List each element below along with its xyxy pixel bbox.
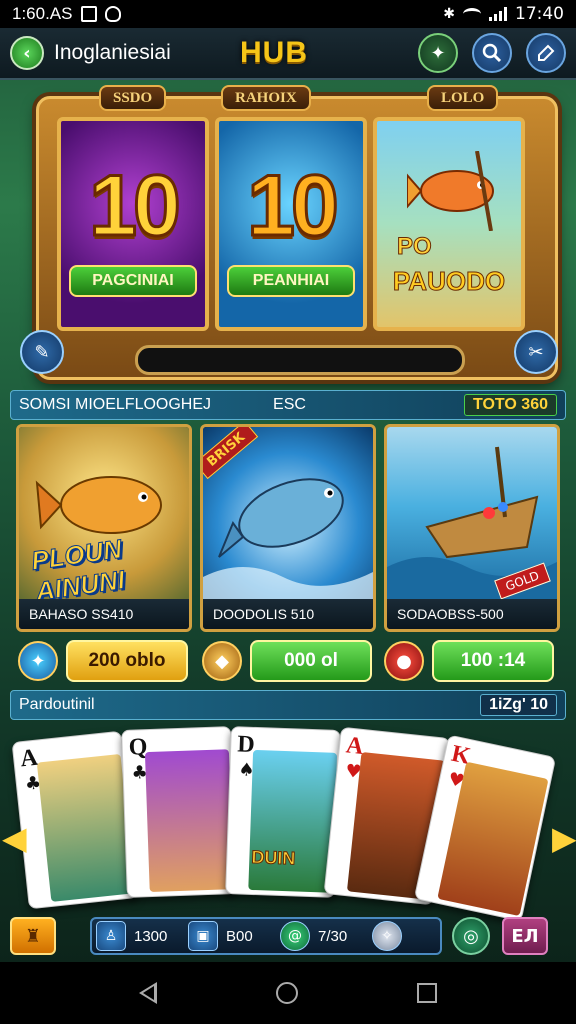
gem-icon[interactable]: ✦ bbox=[18, 641, 58, 681]
stat-value-3: 7/30 bbox=[318, 927, 348, 945]
card-hand: A ♣ Q ♣ D ♠ DUIN A ♥ K ♥ bbox=[0, 722, 576, 922]
scroll-right-arrow-icon[interactable]: ▶ bbox=[552, 820, 576, 856]
game-card-3[interactable]: GOLD SODAOBSS-500 bbox=[384, 424, 560, 632]
game-caption: DOODOLIS 510 bbox=[203, 599, 373, 629]
playing-card-2[interactable]: Q ♣ bbox=[121, 726, 237, 898]
game-art: GOLD bbox=[387, 427, 557, 603]
settings-swirl-icon[interactable]: ◎ bbox=[452, 917, 490, 955]
bottom-bar: ♜ ♙ 1300 ▣ B00 @ 7/30 ✧ ◎ ЕЛ bbox=[10, 914, 566, 958]
signal-icon bbox=[489, 7, 507, 21]
section-tag: TOTO 360 bbox=[464, 394, 557, 416]
reel-number: 10 bbox=[88, 157, 183, 256]
section-middle-label: ESC bbox=[273, 396, 306, 413]
wifi-icon bbox=[463, 8, 481, 20]
game-caption: BAHASO SS410 bbox=[19, 599, 189, 629]
gift-icon[interactable]: ✦ bbox=[418, 33, 458, 73]
game-art: PLOUN AINUNI bbox=[19, 427, 189, 607]
reel-banner: PAUODO bbox=[392, 266, 506, 296]
buy-option-2: ◆ 000 ol bbox=[202, 638, 372, 684]
playing-card-1[interactable]: A ♣ bbox=[11, 730, 139, 910]
spiral-icon: @ bbox=[280, 921, 310, 951]
edit-icon[interactable] bbox=[526, 33, 566, 73]
bank-icon: ♙ bbox=[96, 921, 126, 951]
slot-label-right: LOLO bbox=[427, 85, 499, 111]
status-time-left: 1:60.AS bbox=[12, 4, 73, 23]
coin-icon[interactable]: ◆ bbox=[202, 641, 242, 681]
section-header-cards: Pardoutinil 1iZg' 10 bbox=[10, 690, 566, 720]
section-tag: 1iZg' 10 bbox=[480, 694, 557, 716]
section-header-games: SOMSI MIOELFLOOGHEJ ESC TOTO 360 bbox=[10, 390, 566, 420]
spin-bar[interactable] bbox=[135, 345, 465, 375]
buy-button-3[interactable]: 100 :14 bbox=[432, 640, 554, 682]
buy-button-1[interactable]: 200 oblo bbox=[66, 640, 188, 682]
shield-icon bbox=[104, 6, 121, 22]
slot-label-left: SSDO bbox=[99, 85, 167, 111]
slot-reel-3: PO PAUODO bbox=[373, 117, 525, 331]
section-title: Pardoutinil bbox=[19, 696, 95, 713]
search-icon[interactable] bbox=[472, 33, 512, 73]
slot-label-center: RAHOIX bbox=[221, 85, 311, 111]
game-caption: SODAOBSS-500 bbox=[387, 599, 557, 629]
playing-card-3[interactable]: D ♠ DUIN bbox=[225, 726, 341, 898]
slot-reel-1: 10 PAGCINIAI bbox=[57, 117, 209, 331]
reel-banner: PEANHIAI bbox=[227, 265, 355, 297]
fish-icon bbox=[407, 151, 494, 231]
nav-home-icon[interactable] bbox=[275, 982, 298, 1004]
scroll-left-arrow-icon[interactable]: ◀ bbox=[2, 820, 27, 856]
back-arrow-icon[interactable]: ‹ bbox=[10, 36, 44, 70]
buy-button-2[interactable]: 000 ol bbox=[250, 640, 372, 682]
card-art-text: DUIN bbox=[251, 846, 297, 869]
game-screen: 1:60.AS ✱ 17:40 ‹ Inoglaniesiai HUB ✦ SS… bbox=[0, 0, 576, 1024]
ruby-icon[interactable]: ● bbox=[384, 641, 424, 681]
game-card-2[interactable]: BRISK DOODOLIS 510 bbox=[200, 424, 376, 632]
buy-option-3: ● 100 :14 bbox=[384, 638, 554, 684]
reel-banner: PAGCINIAI bbox=[69, 265, 197, 297]
right-tool-icon[interactable]: ✂ bbox=[514, 330, 558, 374]
card-rank: A bbox=[19, 744, 39, 773]
trophy-icon[interactable]: ♜ bbox=[10, 917, 56, 955]
card-portrait bbox=[36, 753, 135, 902]
image-icon bbox=[80, 6, 97, 22]
slot-machine: SSDO RAHOIX LOLO 10 PAGCINIAI 10 PEANHIA… bbox=[36, 85, 558, 380]
stat-value-1: 1300 bbox=[134, 927, 168, 945]
game-card-1[interactable]: PLOUN AINUNI BAHASO SS410 bbox=[16, 424, 192, 632]
compass-icon: ✧ bbox=[372, 921, 402, 951]
nav-back-icon[interactable] bbox=[139, 982, 158, 1004]
reel-word: PO bbox=[397, 233, 433, 261]
menu-button[interactable]: ЕЛ bbox=[502, 917, 548, 955]
stat-value-2: B00 bbox=[226, 927, 253, 945]
stats-panel: ♙ 1300 ▣ B00 @ 7/30 ✧ bbox=[90, 917, 442, 955]
reel-number: 10 bbox=[246, 157, 341, 256]
game-art: BRISK bbox=[203, 427, 373, 603]
system-nav-bar bbox=[0, 962, 576, 1024]
chest-icon: ▣ bbox=[188, 921, 218, 951]
status-bar: 1:60.AS ✱ 17:40 bbox=[0, 0, 576, 28]
top-bar: ‹ Inoglaniesiai HUB ✦ bbox=[0, 28, 576, 80]
hub-logo: HUB bbox=[240, 36, 308, 69]
app-name: Inoglaniesiai bbox=[54, 41, 171, 64]
section-title: SOMSI MIOELFLOOGHEJ bbox=[19, 396, 212, 413]
status-time-right: 17:40 bbox=[515, 4, 564, 24]
left-tool-icon[interactable]: ✎ bbox=[20, 330, 64, 374]
buy-option-1: ✦ 200 oblo bbox=[18, 638, 188, 684]
bluetooth-icon: ✱ bbox=[443, 6, 455, 22]
card-portrait: DUIN bbox=[248, 749, 338, 893]
nav-recents-icon[interactable] bbox=[416, 983, 437, 1003]
card-portrait bbox=[144, 749, 234, 893]
slot-reel-2: 10 PEANHIAI bbox=[215, 117, 367, 331]
